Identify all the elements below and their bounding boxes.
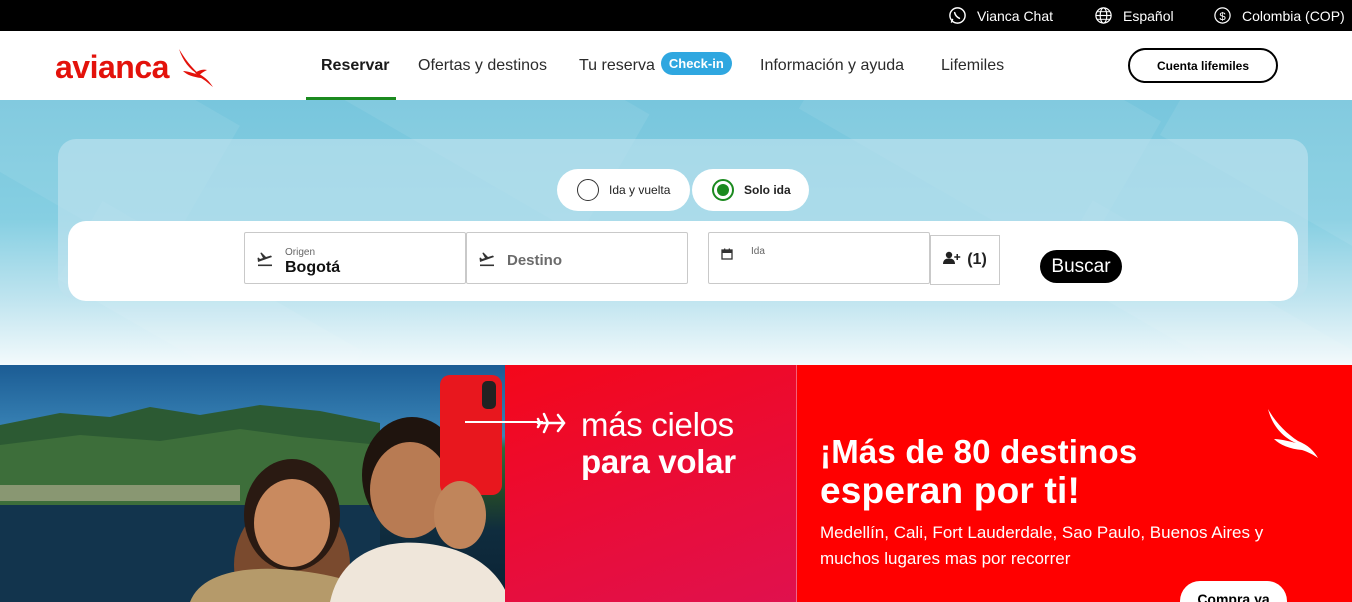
search-form: Origen Bogotá Destino Ida (1) Buscar <box>68 221 1298 301</box>
condor-logo-icon <box>169 47 215 94</box>
passenger-count: (1) <box>967 251 987 268</box>
currency-icon: $ <box>1213 6 1232 25</box>
nav-reservar[interactable]: Reservar <box>321 31 390 100</box>
globe-icon <box>1094 6 1113 25</box>
buy-now-button[interactable]: Compra ya <box>1180 581 1287 602</box>
trip-option-label: Solo ida <box>744 183 791 197</box>
slogan-line-1: más cielos <box>581 406 734 443</box>
trip-option-solo-ida[interactable]: Solo ida <box>692 169 809 211</box>
radio-solo-ida[interactable] <box>712 179 734 201</box>
banner-slogan-panel <box>505 365 797 602</box>
avianca-logo[interactable]: avianca <box>55 47 215 94</box>
nav-informacion-ayuda[interactable]: Información y ayuda <box>760 31 904 100</box>
travelers-selfie-photo <box>0 365 510 602</box>
vianca-chat-link[interactable]: Vianca Chat <box>948 0 1053 31</box>
calendar-icon <box>721 247 733 265</box>
destination-placeholder: Destino <box>507 252 563 269</box>
main-header: avianca Reservar Ofertas y destinos Tu r… <box>0 31 1352 101</box>
destination-field[interactable]: Destino <box>466 232 688 284</box>
arrival-plane-icon <box>479 251 495 272</box>
language-selector[interactable]: Español <box>1094 0 1174 31</box>
promo-banner[interactable]: más cielos para volar ¡Más de 80 destino… <box>0 365 1352 602</box>
date-label: Ida <box>751 246 765 257</box>
logo-text: avianca <box>55 49 169 85</box>
slogan-line-2: para volar <box>581 443 736 480</box>
vianca-chat-label: Vianca Chat <box>977 7 1054 24</box>
trip-option-label: Ida y vuelta <box>609 183 671 197</box>
departure-plane-icon <box>257 251 273 272</box>
nav-tu-reserva[interactable]: Tu reserva Check-in <box>579 31 732 100</box>
nav-tu-reserva-label: Tu reserva <box>579 56 655 74</box>
promo-headline: ¡Más de 80 destinos esperan por ti! <box>820 433 1280 511</box>
search-hero: Ida y vuelta Solo ida Origen Bogotá Dest… <box>0 100 1352 365</box>
whatsapp-icon <box>948 6 967 25</box>
trip-option-ida-vuelta[interactable]: Ida y vuelta <box>557 169 690 211</box>
banner-divider <box>796 365 797 602</box>
nav-lifemiles[interactable]: Lifemiles <box>941 31 1004 100</box>
svg-text:$: $ <box>1219 11 1226 23</box>
departure-date-field[interactable]: Ida <box>708 232 930 284</box>
airplane-icon <box>536 411 566 440</box>
language-label: Español <box>1123 7 1174 24</box>
origin-label: Origen <box>285 247 316 258</box>
promo-headline-line-2: esperan por ti! <box>820 470 1080 511</box>
region-selector[interactable]: $ Colombia (COP) <box>1213 0 1345 31</box>
origin-value: Bogotá <box>285 259 341 276</box>
trip-type-toggle: Ida y vuelta Solo ida <box>557 169 809 211</box>
top-utility-bar: Vianca Chat Español $ Colombia (COP) <box>0 0 1352 31</box>
promo-headline-line-1: ¡Más de 80 destinos <box>820 433 1138 470</box>
lifemiles-account-button[interactable]: Cuenta lifemiles <box>1128 48 1278 83</box>
promo-subtext: Medellín, Cali, Fort Lauderdale, Sao Pau… <box>820 523 1264 568</box>
radio-ida-vuelta[interactable] <box>577 179 599 201</box>
slogan-line <box>465 421 543 423</box>
region-label: Colombia (COP) <box>1242 7 1345 24</box>
add-passenger-icon <box>943 251 961 270</box>
search-button[interactable]: Buscar <box>1040 250 1122 283</box>
origin-field[interactable]: Origen Bogotá <box>244 232 466 284</box>
nav-ofertas-destinos[interactable]: Ofertas y destinos <box>418 31 547 100</box>
checkin-badge: Check-in <box>660 52 732 75</box>
passengers-selector[interactable]: (1) <box>930 235 1000 285</box>
